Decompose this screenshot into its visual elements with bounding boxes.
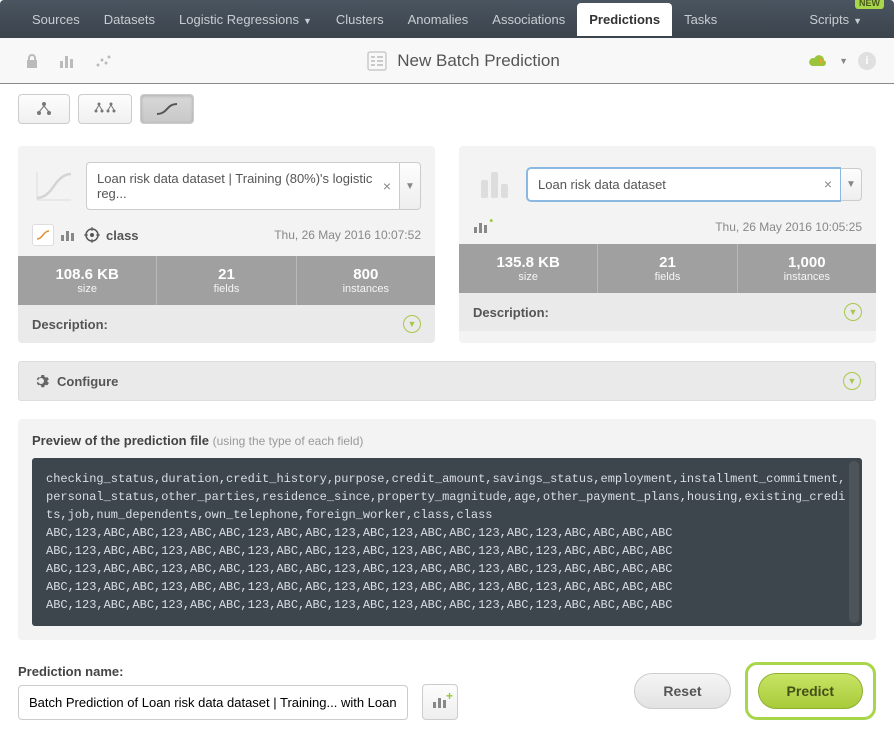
preview-line: ABC,123,ABC,ABC,123,ABC,ABC,123,ABC,ABC,… (46, 596, 848, 614)
page-title: New Batch Prediction (397, 51, 560, 71)
dataset-stats: 135.8 KBsize 21fields 1,000instances (459, 244, 876, 293)
stat-size-label: size (18, 283, 156, 295)
description-label: Description: (32, 317, 108, 332)
caret-down-icon: ▼ (853, 16, 862, 26)
chevron-down-icon: ▼ (843, 372, 861, 390)
plus-icon: + (446, 689, 453, 703)
stat-size-value: 108.6 KB (18, 266, 156, 283)
preview-subtitle-text: (using the type of each field) (213, 434, 364, 448)
caret-down-icon[interactable]: ▼ (399, 162, 421, 210)
new-badge: NEW (855, 0, 884, 9)
curve-small-icon[interactable] (32, 224, 54, 246)
preview-line: ABC,123,ABC,ABC,123,ABC,ABC,123,ABC,ABC,… (46, 578, 848, 596)
tab-tree-single[interactable] (18, 94, 70, 124)
chevron-down-icon: ▼ (844, 303, 862, 321)
dataset-card: Loan risk data dataset × ▼ • Thu, 26 May… (459, 146, 876, 343)
chevron-down-icon: ▼ (403, 315, 421, 333)
dataset-select-value: Loan risk data dataset (538, 177, 666, 192)
batch-prediction-icon (365, 49, 389, 73)
model-select-value: Loan risk data dataset | Training (80%)'… (97, 171, 372, 201)
gear-icon (33, 373, 49, 389)
dataset-timestamp: Thu, 26 May 2016 10:05:25 (715, 220, 862, 234)
top-navigation: Sources Datasets Logistic Regressions ▼ C… (0, 0, 894, 38)
logistic-curve-icon (32, 164, 76, 208)
prediction-name-input[interactable] (18, 685, 408, 720)
target-icon (84, 227, 100, 243)
configure-toggle[interactable]: Configure ▼ (18, 361, 876, 401)
tab-logistic-curve[interactable] (140, 94, 194, 124)
stat-instances-label: instances (297, 283, 435, 295)
dataset-select[interactable]: Loan risk data dataset × ▼ (527, 168, 862, 201)
view-tabs (0, 84, 894, 124)
stat-instances-value: 1,000 (738, 254, 876, 271)
preview-content[interactable]: checking_status,duration,credit_history,… (32, 458, 862, 626)
stat-instances-value: 800 (297, 266, 435, 283)
clear-icon[interactable]: × (383, 178, 391, 194)
preview-line: ABC,123,ABC,ABC,123,ABC,ABC,123,ABC,ABC,… (46, 542, 848, 560)
preview-title-text: Preview of the prediction file (32, 433, 209, 448)
bars-icon[interactable] (60, 228, 76, 242)
caret-down-icon[interactable]: ▼ (839, 56, 848, 66)
cloud-action-icon[interactable] (807, 52, 829, 70)
nav-datasets[interactable]: Datasets (92, 3, 167, 36)
tab-tree-multi[interactable] (78, 94, 132, 124)
stat-instances-label: instances (738, 271, 876, 283)
stat-size-value: 135.8 KB (459, 254, 597, 271)
preview-line: ABC,123,ABC,ABC,123,ABC,ABC,123,ABC,ABC,… (46, 560, 848, 578)
stat-fields-value: 21 (598, 254, 736, 271)
stat-fields-label: fields (157, 283, 295, 295)
lock-icon (18, 49, 46, 73)
preview-line: ABC,123,ABC,ABC,123,ABC,ABC,123,ABC,ABC,… (46, 524, 848, 542)
stat-fields-value: 21 (157, 266, 295, 283)
preview-line: checking_status,duration,credit_history,… (46, 470, 848, 524)
caret-down-icon: ▼ (303, 16, 312, 26)
caret-down-icon[interactable]: ▼ (840, 168, 862, 201)
header-bar: New Batch Prediction ▼ i (0, 38, 894, 84)
model-timestamp: Thu, 26 May 2016 10:07:52 (274, 228, 421, 242)
nav-tasks[interactable]: Tasks (672, 3, 729, 36)
prediction-name-label: Prediction name: (18, 664, 408, 679)
description-label: Description: (473, 305, 549, 320)
scrollbar[interactable] (849, 461, 859, 623)
dataset-bars-icon (473, 162, 517, 206)
model-select[interactable]: Loan risk data dataset | Training (80%)'… (86, 162, 421, 210)
histogram-icon[interactable] (54, 49, 82, 73)
reset-button[interactable]: Reset (634, 673, 730, 709)
footer: Prediction name: + Reset Predict (18, 662, 876, 720)
stat-fields-label: fields (598, 271, 736, 283)
nav-clusters[interactable]: Clusters (324, 3, 396, 36)
objective-field-label: class (106, 228, 139, 243)
model-description-toggle[interactable]: Description: ▼ (18, 305, 435, 343)
nav-logistic-regressions[interactable]: Logistic Regressions ▼ (167, 3, 324, 36)
nav-predictions[interactable]: Predictions (577, 3, 672, 36)
preview-section: Preview of the prediction file (using th… (18, 419, 876, 640)
info-icon[interactable]: i (858, 52, 876, 70)
create-dataset-button[interactable]: + (422, 684, 458, 720)
bars-icon[interactable]: • (473, 220, 489, 234)
predict-highlight: Predict (745, 662, 876, 720)
nav-sources[interactable]: Sources (20, 3, 92, 36)
nav-logistic-regressions-label: Logistic Regressions (179, 12, 299, 27)
nav-scripts-label: Scripts (809, 12, 849, 27)
model-stats: 108.6 KBsize 21fields 800instances (18, 256, 435, 305)
stat-size-label: size (459, 271, 597, 283)
model-card: Loan risk data dataset | Training (80%)'… (18, 146, 435, 343)
nav-associations[interactable]: Associations (480, 3, 577, 36)
clear-icon[interactable]: × (824, 176, 832, 192)
dataset-description-toggle[interactable]: Description: ▼ (459, 293, 876, 331)
scatter-icon[interactable] (90, 49, 118, 73)
configure-label: Configure (57, 374, 118, 389)
predict-button[interactable]: Predict (758, 673, 863, 709)
nav-anomalies[interactable]: Anomalies (396, 3, 481, 36)
